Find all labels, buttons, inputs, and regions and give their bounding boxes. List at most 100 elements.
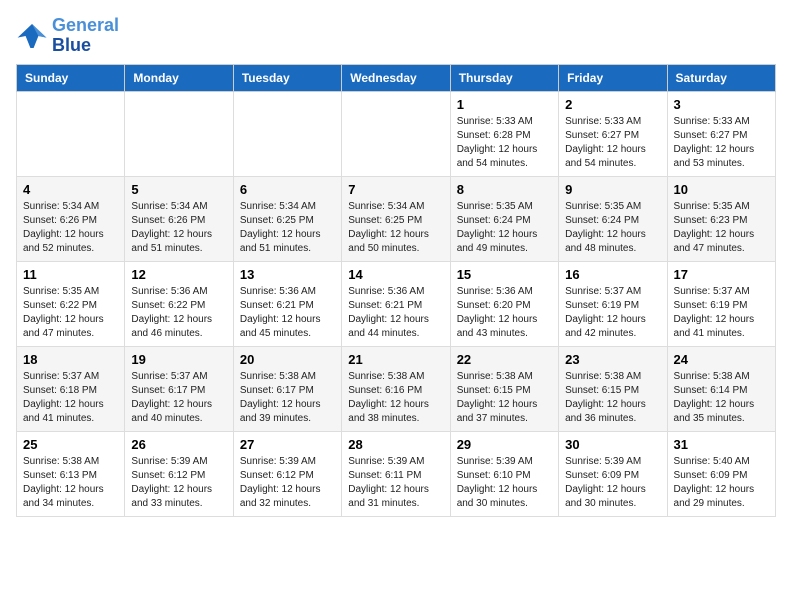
day-info: Sunrise: 5:34 AM Sunset: 6:25 PM Dayligh…: [348, 200, 443, 256]
calendar-cell: 1 Sunrise: 5:33 AM Sunset: 6:28 PM Daylig…: [450, 91, 558, 176]
day-number: 23: [565, 352, 660, 367]
calendar-cell: 25 Sunrise: 5:38 AM Sunset: 6:13 PM Dayli…: [17, 431, 125, 516]
weekday-header-sunday: Sunday: [17, 64, 125, 91]
day-info: Sunrise: 5:40 AM Sunset: 6:09 PM Dayligh…: [674, 455, 769, 511]
day-number: 19: [131, 352, 226, 367]
calendar-cell: 23 Sunrise: 5:38 AM Sunset: 6:15 PM Dayli…: [559, 346, 667, 431]
day-number: 22: [457, 352, 552, 367]
day-number: 18: [23, 352, 118, 367]
calendar-cell: 18 Sunrise: 5:37 AM Sunset: 6:18 PM Dayli…: [17, 346, 125, 431]
calendar-cell: [342, 91, 450, 176]
calendar-cell: 31 Sunrise: 5:40 AM Sunset: 6:09 PM Dayli…: [667, 431, 775, 516]
day-number: 14: [348, 267, 443, 282]
day-number: 9: [565, 182, 660, 197]
day-info: Sunrise: 5:33 AM Sunset: 6:27 PM Dayligh…: [565, 115, 660, 171]
day-info: Sunrise: 5:39 AM Sunset: 6:12 PM Dayligh…: [240, 455, 335, 511]
day-number: 27: [240, 437, 335, 452]
calendar-cell: [125, 91, 233, 176]
calendar-header: SundayMondayTuesdayWednesdayThursdayFrid…: [17, 64, 776, 91]
weekday-header-friday: Friday: [559, 64, 667, 91]
logo: General Blue: [16, 16, 119, 56]
weekday-header-row: SundayMondayTuesdayWednesdayThursdayFrid…: [17, 64, 776, 91]
day-number: 16: [565, 267, 660, 282]
day-number: 29: [457, 437, 552, 452]
day-number: 12: [131, 267, 226, 282]
day-info: Sunrise: 5:34 AM Sunset: 6:26 PM Dayligh…: [131, 200, 226, 256]
calendar-cell: 19Sunrise: 5:37 AM Sunset: 6:17 PM Dayli…: [125, 346, 233, 431]
calendar-cell: 5 Sunrise: 5:34 AM Sunset: 6:26 PM Daylig…: [125, 176, 233, 261]
day-number: 4: [23, 182, 118, 197]
day-info: Sunrise: 5:38 AM Sunset: 6:13 PM Dayligh…: [23, 455, 118, 511]
weekday-header-monday: Monday: [125, 64, 233, 91]
calendar-cell: 26 Sunrise: 5:39 AM Sunset: 6:12 PM Dayli…: [125, 431, 233, 516]
calendar-cell: 2 Sunrise: 5:33 AM Sunset: 6:27 PM Daylig…: [559, 91, 667, 176]
day-info: Sunrise: 5:39 AM Sunset: 6:11 PM Dayligh…: [348, 455, 443, 511]
calendar-cell: 7 Sunrise: 5:34 AM Sunset: 6:25 PM Daylig…: [342, 176, 450, 261]
day-info: Sunrise: 5:37 AM Sunset: 6:19 PM Dayligh…: [565, 285, 660, 341]
calendar-cell: 15Sunrise: 5:36 AM Sunset: 6:20 PM Dayli…: [450, 261, 558, 346]
day-info: Sunrise: 5:36 AM Sunset: 6:22 PM Dayligh…: [131, 285, 226, 341]
week-row-3: 18 Sunrise: 5:37 AM Sunset: 6:18 PM Dayli…: [17, 346, 776, 431]
calendar-cell: 24Sunrise: 5:38 AM Sunset: 6:14 PM Dayli…: [667, 346, 775, 431]
day-number: 2: [565, 97, 660, 112]
week-row-4: 25 Sunrise: 5:38 AM Sunset: 6:13 PM Dayli…: [17, 431, 776, 516]
weekday-header-tuesday: Tuesday: [233, 64, 341, 91]
week-row-2: 11Sunrise: 5:35 AM Sunset: 6:22 PM Dayli…: [17, 261, 776, 346]
calendar-cell: 16 Sunrise: 5:37 AM Sunset: 6:19 PM Dayli…: [559, 261, 667, 346]
day-info: Sunrise: 5:34 AM Sunset: 6:25 PM Dayligh…: [240, 200, 335, 256]
calendar-cell: 8Sunrise: 5:35 AM Sunset: 6:24 PM Daylig…: [450, 176, 558, 261]
day-number: 5: [131, 182, 226, 197]
day-info: Sunrise: 5:35 AM Sunset: 6:23 PM Dayligh…: [674, 200, 769, 256]
day-info: Sunrise: 5:39 AM Sunset: 6:10 PM Dayligh…: [457, 455, 552, 511]
calendar-cell: 4Sunrise: 5:34 AM Sunset: 6:26 PM Daylig…: [17, 176, 125, 261]
calendar-cell: 17 Sunrise: 5:37 AM Sunset: 6:19 PM Dayli…: [667, 261, 775, 346]
day-number: 17: [674, 267, 769, 282]
calendar-cell: 13 Sunrise: 5:36 AM Sunset: 6:21 PM Dayli…: [233, 261, 341, 346]
calendar-cell: 3 Sunrise: 5:33 AM Sunset: 6:27 PM Daylig…: [667, 91, 775, 176]
day-number: 7: [348, 182, 443, 197]
day-number: 11: [23, 267, 118, 282]
day-info: Sunrise: 5:36 AM Sunset: 6:20 PM Dayligh…: [457, 285, 552, 341]
day-info: Sunrise: 5:37 AM Sunset: 6:18 PM Dayligh…: [23, 370, 118, 426]
day-info: Sunrise: 5:36 AM Sunset: 6:21 PM Dayligh…: [348, 285, 443, 341]
day-info: Sunrise: 5:37 AM Sunset: 6:19 PM Dayligh…: [674, 285, 769, 341]
day-info: Sunrise: 5:33 AM Sunset: 6:27 PM Dayligh…: [674, 115, 769, 171]
day-info: Sunrise: 5:36 AM Sunset: 6:21 PM Dayligh…: [240, 285, 335, 341]
day-info: Sunrise: 5:38 AM Sunset: 6:15 PM Dayligh…: [565, 370, 660, 426]
day-number: 3: [674, 97, 769, 112]
day-number: 1: [457, 97, 552, 112]
calendar-cell: 10 Sunrise: 5:35 AM Sunset: 6:23 PM Dayli…: [667, 176, 775, 261]
weekday-header-thursday: Thursday: [450, 64, 558, 91]
day-number: 6: [240, 182, 335, 197]
calendar-body: 1 Sunrise: 5:33 AM Sunset: 6:28 PM Daylig…: [17, 91, 776, 516]
day-info: Sunrise: 5:38 AM Sunset: 6:17 PM Dayligh…: [240, 370, 335, 426]
weekday-header-wednesday: Wednesday: [342, 64, 450, 91]
calendar-cell: 20 Sunrise: 5:38 AM Sunset: 6:17 PM Dayli…: [233, 346, 341, 431]
day-info: Sunrise: 5:35 AM Sunset: 6:24 PM Dayligh…: [565, 200, 660, 256]
day-number: 24: [674, 352, 769, 367]
calendar-cell: 9 Sunrise: 5:35 AM Sunset: 6:24 PM Daylig…: [559, 176, 667, 261]
calendar-cell: 28Sunrise: 5:39 AM Sunset: 6:11 PM Dayli…: [342, 431, 450, 516]
week-row-0: 1 Sunrise: 5:33 AM Sunset: 6:28 PM Daylig…: [17, 91, 776, 176]
day-number: 26: [131, 437, 226, 452]
calendar-cell: 14 Sunrise: 5:36 AM Sunset: 6:21 PM Dayli…: [342, 261, 450, 346]
calendar-cell: 12 Sunrise: 5:36 AM Sunset: 6:22 PM Dayli…: [125, 261, 233, 346]
day-number: 20: [240, 352, 335, 367]
calendar-cell: 29 Sunrise: 5:39 AM Sunset: 6:10 PM Dayli…: [450, 431, 558, 516]
day-number: 13: [240, 267, 335, 282]
day-number: 25: [23, 437, 118, 452]
day-number: 31: [674, 437, 769, 452]
calendar-cell: 21Sunrise: 5:38 AM Sunset: 6:16 PM Dayli…: [342, 346, 450, 431]
calendar-cell: [233, 91, 341, 176]
day-info: Sunrise: 5:39 AM Sunset: 6:09 PM Dayligh…: [565, 455, 660, 511]
calendar-cell: 27 Sunrise: 5:39 AM Sunset: 6:12 PM Dayli…: [233, 431, 341, 516]
day-number: 8: [457, 182, 552, 197]
calendar: SundayMondayTuesdayWednesdayThursdayFrid…: [16, 64, 776, 517]
day-number: 10: [674, 182, 769, 197]
calendar-cell: 22Sunrise: 5:38 AM Sunset: 6:15 PM Dayli…: [450, 346, 558, 431]
week-row-1: 4 Sunrise: 5:34 AM Sunset: 6:26 PM Daylig…: [17, 176, 776, 261]
day-info: Sunrise: 5:39 AM Sunset: 6:12 PM Dayligh…: [131, 455, 226, 511]
day-info: Sunrise: 5:38 AM Sunset: 6:16 PM Dayligh…: [348, 370, 443, 426]
logo-icon: [16, 20, 48, 52]
day-info: Sunrise: 5:33 AM Sunset: 6:28 PM Dayligh…: [457, 115, 552, 171]
